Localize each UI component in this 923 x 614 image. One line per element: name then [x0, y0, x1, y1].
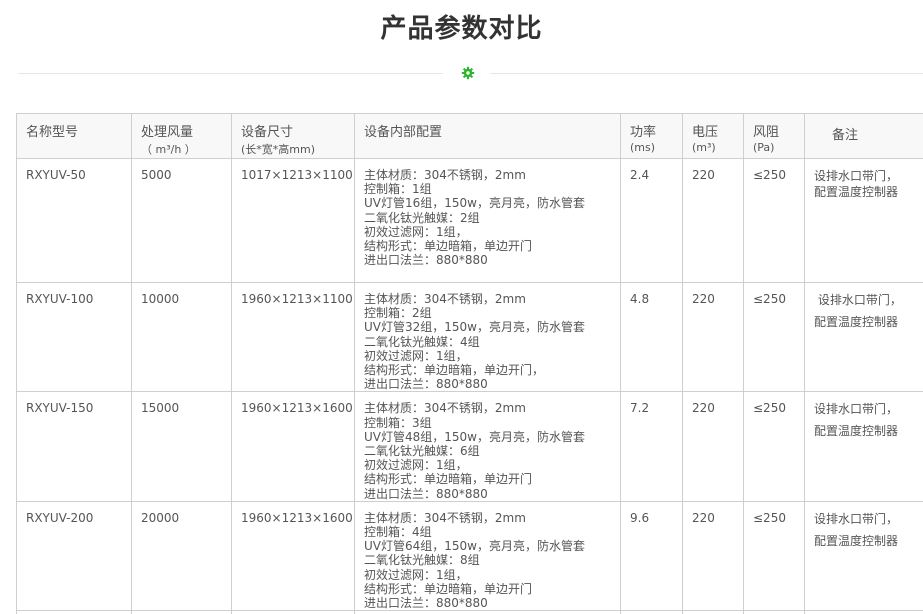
product-comparison-table: 名称型号 处理风量（ m³/h ） 设备尺寸 (长*宽*高mm) 设备内部配置 功…: [16, 113, 923, 614]
cell-note: 设排水口带门， 配置温度控制器: [804, 391, 923, 502]
cell-config: 主体材质：304不锈钢，2mm 控制箱：1组 UV灯管16组，150w，亮月亮，防水…: [354, 158, 621, 283]
header-voltage: 电压 (m³): [682, 113, 744, 159]
cell-power: 9.6: [620, 500, 683, 612]
cell-resistance: ≤250: [743, 391, 805, 502]
header-config: 设备内部配置: [354, 113, 621, 159]
cell-note: 设排水口带门， 配置温度控制器: [804, 158, 923, 283]
cell-note: 设排水口带门， 配置温度控制器: [804, 281, 923, 393]
table-header-row: 名称型号 处理风量（ m³/h ） 设备尺寸 (长*宽*高mm) 设备内部配置 功…: [16, 113, 923, 159]
cell-model: RXYUV-150: [16, 391, 132, 502]
header-resistance: 风阻 (Pa): [743, 113, 805, 159]
cell-voltage: 220: [682, 158, 744, 283]
cell-size: 1960×1213×1600: [231, 391, 355, 502]
gear-icon: [461, 66, 475, 80]
cell-resistance: ≤250: [743, 500, 805, 612]
cell-power: 4.8: [620, 281, 683, 393]
cell-airflow: 15000: [131, 391, 232, 502]
table-row: RXYUV-50 5000 1017×1213×1100 主体材质：304不锈钢…: [16, 158, 923, 283]
divider-line-left: [18, 73, 443, 74]
header-model: 名称型号: [16, 113, 132, 159]
table-row: RXYUV-100 10000 1960×1213×1100 主体材质：304不…: [16, 281, 923, 393]
cell-airflow: 5000: [131, 158, 232, 283]
cell-airflow: 20000: [131, 500, 232, 612]
cell-size: 1017×1213×1100: [231, 158, 355, 283]
cell-size: 1960×1213×1600: [231, 500, 355, 612]
cell-model: RXYUV-50: [16, 158, 132, 283]
cell-airflow: 10000: [131, 281, 232, 393]
cell-note: 设排水口带门， 配置温度控制器: [804, 500, 923, 612]
header-airflow: 处理风量（ m³/h ）: [131, 113, 232, 159]
cell-resistance: ≤250: [743, 158, 805, 283]
cell-power: 7.2: [620, 391, 683, 502]
header-note: 备注: [804, 113, 923, 159]
cell-voltage: 220: [682, 281, 744, 393]
header-size: 设备尺寸 (长*宽*高mm): [231, 113, 355, 159]
cell-voltage: 220: [682, 500, 744, 612]
cell-config: 主体材质：304不锈钢，2mm 控制箱：2组 UV灯管32组，150w，亮月亮，防水…: [354, 281, 621, 393]
table-row: RXYUV-150 15000 1960×1213×1600 主体材质：304不…: [16, 391, 923, 502]
page-title: 产品参数对比: [380, 14, 543, 44]
table-row: RXYUV-200 20000 1960×1213×1600 主体材质：304不…: [16, 500, 923, 612]
title-divider: [18, 66, 923, 80]
cell-voltage: 220: [682, 391, 744, 502]
header-power: 功率 (ms): [620, 113, 683, 159]
cell-config: 主体材质：304不锈钢，2mm 控制箱：3组 UV灯管48组，150w，亮月亮，防水…: [354, 391, 621, 502]
cell-model: RXYUV-100: [16, 281, 132, 393]
cell-size: 1960×1213×1100: [231, 281, 355, 393]
cell-config: 主体材质：304不锈钢，2mm 控制箱：4组 UV灯管64组，150w，亮月亮，防水…: [354, 500, 621, 612]
cell-model: RXYUV-200: [16, 500, 132, 612]
divider-line-right: [490, 73, 923, 74]
cell-resistance: ≤250: [743, 281, 805, 393]
cell-power: 2.4: [620, 158, 683, 283]
